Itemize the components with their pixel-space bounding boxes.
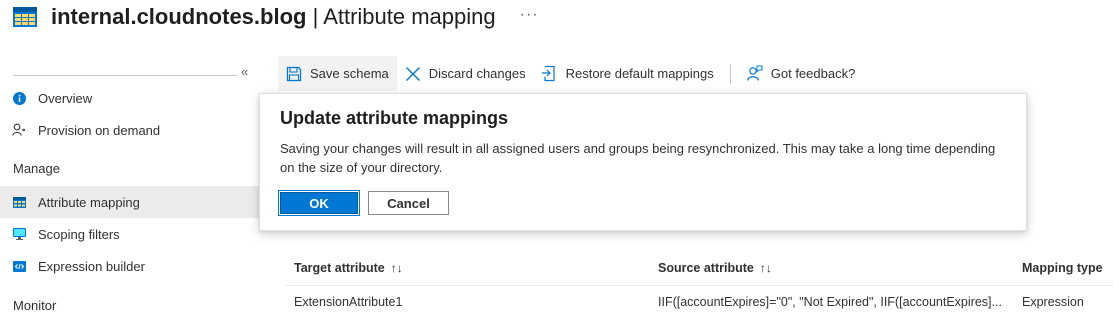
restore-default-mappings-button[interactable]: Restore default mappings xyxy=(534,56,722,91)
more-options-icon[interactable]: ··· xyxy=(520,6,539,24)
column-header-label: Mapping type xyxy=(1022,261,1103,275)
discard-changes-label: Discard changes xyxy=(428,66,526,81)
page-subtitle: Attribute mapping xyxy=(323,4,496,29)
save-schema-label: Save schema xyxy=(310,66,389,81)
dialog-title: Update attribute mappings xyxy=(280,108,509,128)
code-icon xyxy=(12,259,26,273)
sidebar-item-label: Attribute mapping xyxy=(38,194,140,210)
page-header: internal.cloudnotes.blog | Attribute map… xyxy=(13,0,539,34)
sort-icon[interactable]: ↑↓ xyxy=(391,261,403,275)
monitor-section-heading: Monitor xyxy=(13,298,57,313)
manage-section-heading: Manage xyxy=(13,161,60,176)
column-header-source-attribute[interactable]: Source attribute ↑↓ xyxy=(658,251,772,285)
restore-default-mappings-label: Restore default mappings xyxy=(565,66,714,81)
title-separator: | xyxy=(306,4,324,29)
sidebar-item-scoping-filters[interactable]: Scoping filters xyxy=(0,218,265,250)
restore-icon xyxy=(541,65,559,83)
ok-button[interactable]: OK xyxy=(278,190,360,216)
table-header-divider xyxy=(285,285,1113,286)
sidebar-item-overview[interactable]: Overview xyxy=(0,82,265,114)
table-cell-mapping-type: Expression xyxy=(1022,295,1084,309)
table-cell-target[interactable]: ExtensionAttribute1 xyxy=(294,287,402,317)
page-title: internal.cloudnotes.blog | Attribute map… xyxy=(51,4,496,30)
column-header-label: Source attribute xyxy=(658,261,754,275)
cancel-button[interactable]: Cancel xyxy=(368,191,449,215)
got-feedback-button[interactable]: Got feedback? xyxy=(739,56,864,91)
column-header-target-attribute[interactable]: Target attribute ↑↓ xyxy=(294,251,403,285)
sidebar-item-provision-on-demand[interactable]: Provision on demand xyxy=(0,114,265,146)
sidebar-item-label: Overview xyxy=(38,90,93,106)
save-icon xyxy=(285,65,303,83)
command-bar: Save schema Discard changes Restore defa… xyxy=(278,56,863,91)
monitor-icon xyxy=(12,227,26,241)
toolbar-divider xyxy=(729,63,731,84)
dialog-message: Saving your changes will result in all a… xyxy=(280,141,996,175)
sidebar-item-attribute-mapping[interactable]: Attribute mapping xyxy=(0,186,265,218)
sidebar-item-label: Expression builder xyxy=(38,258,145,274)
close-icon xyxy=(404,65,422,83)
table-icon xyxy=(12,195,26,209)
save-schema-button[interactable]: Save schema xyxy=(278,56,397,91)
update-attribute-mappings-dialog: Update attribute mappings Saving your ch… xyxy=(259,93,1027,231)
discard-changes-button[interactable]: Discard changes xyxy=(397,56,534,91)
sidebar-search-divider xyxy=(13,65,238,76)
sidebar-item-expression-builder[interactable]: Expression builder xyxy=(0,250,265,282)
info-icon xyxy=(12,91,26,105)
sidebar-item-label: Scoping filters xyxy=(38,226,120,242)
column-header-label: Target attribute xyxy=(294,261,385,275)
got-feedback-label: Got feedback? xyxy=(770,66,856,81)
sort-icon[interactable]: ↑↓ xyxy=(760,261,772,275)
app-name: internal.cloudnotes.blog xyxy=(51,4,307,29)
user-sync-icon xyxy=(12,123,26,137)
collapse-sidebar-button[interactable]: « xyxy=(241,64,248,79)
feedback-icon xyxy=(746,65,764,83)
table-app-icon xyxy=(13,7,37,27)
table-cell-source: IIF([accountExpires]="0", "Not Expired",… xyxy=(658,295,1002,309)
column-header-mapping-type[interactable]: Mapping type xyxy=(1022,251,1103,285)
sidebar-item-label: Provision on demand xyxy=(38,122,161,138)
